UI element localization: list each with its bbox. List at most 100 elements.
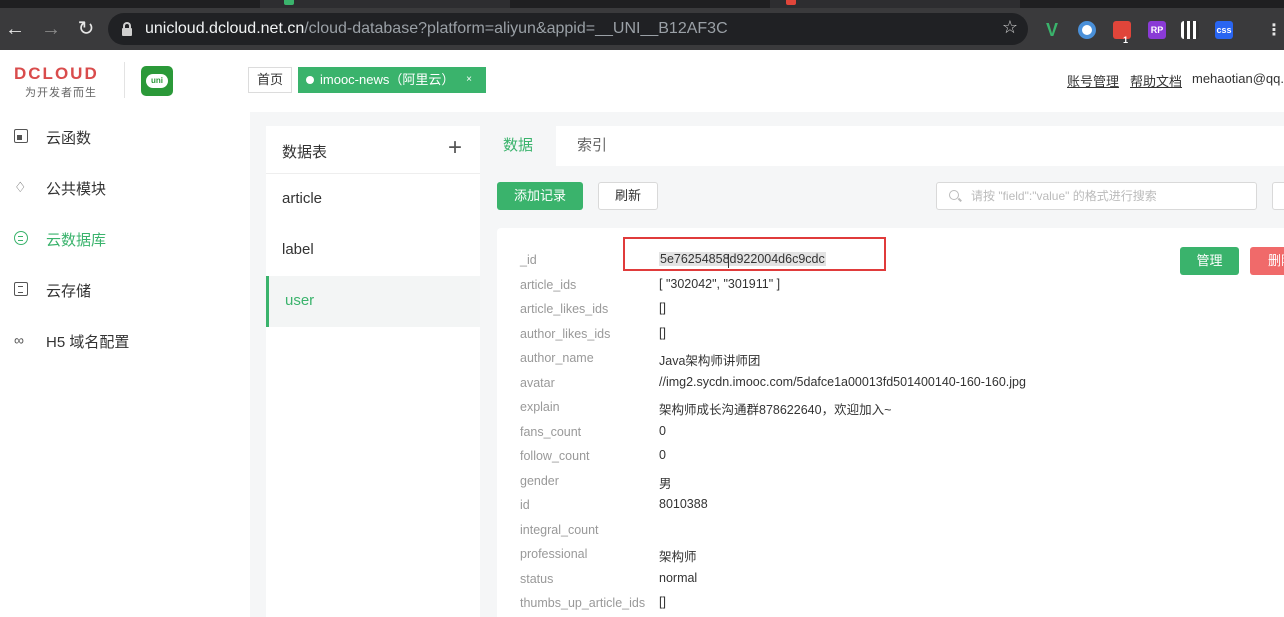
record-field: status normal xyxy=(497,571,1277,596)
sidebar-item-cloud-database[interactable]: 云数据库 xyxy=(0,219,250,259)
reload-icon[interactable]: ↻ xyxy=(75,18,97,40)
refresh-button[interactable]: 刷新 xyxy=(598,182,658,210)
field-value: Java架构师讲师团 xyxy=(659,354,761,368)
field-key: author_likes_ids xyxy=(520,327,611,341)
vue-devtools-icon[interactable]: V xyxy=(1043,21,1061,39)
record-field: explain 架构师成长沟通群878622640，欢迎加入~ xyxy=(497,400,1277,424)
record-field: integral_count xyxy=(497,523,1277,547)
search-icon xyxy=(949,190,959,200)
field-key: status xyxy=(520,572,554,586)
collection-item-user[interactable]: user xyxy=(266,276,480,327)
browser-toolbar: ← → ↻ unicloud.dcloud.net.cn/cloud-datab… xyxy=(0,8,1284,50)
app-header: DCLOUD 为开发者而生 uni 首页 imooc-news（阿里云） × 账… xyxy=(0,50,1284,112)
css-extension-icon[interactable]: css xyxy=(1215,21,1233,39)
record-field: id 8010388 xyxy=(497,497,1277,522)
link-icon: ∞ xyxy=(14,332,24,348)
field-key: follow_count xyxy=(520,449,590,463)
collection-item-label[interactable]: label xyxy=(266,225,480,276)
account-link[interactable]: 账号管理 xyxy=(1067,71,1119,90)
field-key: gender xyxy=(520,474,559,488)
tab-data[interactable]: 数据 xyxy=(480,126,556,166)
field-key: id xyxy=(520,498,530,512)
record-card: 管理 删除 _id 5e76254858d922004d6c9cdc artic… xyxy=(497,228,1284,617)
collection-item-article[interactable]: article xyxy=(266,174,480,225)
extension-red-icon[interactable]: 1 xyxy=(1113,21,1131,45)
record-field: thumbs_up_article_ids [] xyxy=(497,595,1277,617)
sidebar-item-cloud-storage[interactable]: 云存储 xyxy=(0,270,250,310)
field-value: 0 xyxy=(659,448,666,462)
field-value: 0 xyxy=(659,424,666,438)
storage-icon xyxy=(14,282,28,296)
field-key: author_name xyxy=(520,351,594,365)
extension-rp-icon[interactable]: RP xyxy=(1148,21,1166,39)
field-key: integral_count xyxy=(520,523,599,537)
field-value: 男 xyxy=(659,477,672,491)
url-text[interactable]: unicloud.dcloud.net.cn/cloud-database?pl… xyxy=(145,20,728,38)
collection-item-label: article xyxy=(282,190,323,207)
field-key: article_likes_ids xyxy=(520,302,609,316)
field-value: [] xyxy=(659,326,666,340)
dcloud-logo[interactable]: DCLOUD xyxy=(14,64,99,84)
sidebar: 云函数 ♢ 公共模块 云数据库 云存储 ∞ H5 域名配置 xyxy=(0,112,250,617)
content-tabs: 数据 索引 xyxy=(480,126,1284,166)
forward-arrow-icon[interactable]: → xyxy=(40,18,62,40)
collection-item-label: user xyxy=(285,292,315,309)
unicloud-logo-icon: uni xyxy=(141,66,173,96)
record-field: article_likes_ids [] xyxy=(497,301,1277,326)
record-field: follow_count 0 xyxy=(497,448,1277,473)
tab-index[interactable]: 索引 xyxy=(556,126,1284,166)
back-arrow-icon[interactable]: ← xyxy=(4,18,26,40)
sidebar-item-label: 云存储 xyxy=(46,283,92,300)
search-placeholder: 请按 "field":"value" 的格式进行搜索 xyxy=(971,189,1157,203)
record-field: professional 架构师 xyxy=(497,547,1277,571)
annotation-highlight-box xyxy=(623,237,886,271)
field-value: //img2.sycdn.imooc.com/5dafce1a00013fd50… xyxy=(659,375,1026,389)
lock-icon xyxy=(122,22,132,36)
logo-divider xyxy=(124,62,125,98)
field-key: professional xyxy=(520,547,588,561)
browser-tab[interactable] xyxy=(260,0,510,8)
add-collection-icon[interactable]: + xyxy=(448,134,462,162)
sidebar-item-cloud-function[interactable]: 云函数 xyxy=(0,117,250,157)
collection-item-label: label xyxy=(282,241,314,258)
search-submit-button[interactable] xyxy=(1272,182,1284,210)
field-value: 架构师 xyxy=(659,550,697,564)
sidebar-item-label: 云函数 xyxy=(46,130,92,147)
sidebar-item-label: 云数据库 xyxy=(46,232,107,249)
browser-tab[interactable] xyxy=(770,0,1020,8)
collection-list-panel: 数据表 + article label user xyxy=(266,126,480,617)
field-value: normal xyxy=(659,571,698,585)
tab-favicon-icon xyxy=(786,0,796,5)
tab-space-active[interactable]: imooc-news（阿里云） × xyxy=(298,67,486,93)
tab-home[interactable]: 首页 xyxy=(248,67,292,93)
field-value: [] xyxy=(659,595,666,609)
logo-slogan: 为开发者而生 xyxy=(25,87,97,99)
sidebar-item-common-modules[interactable]: ♢ 公共模块 xyxy=(0,168,250,208)
extension-circle-icon[interactable] xyxy=(1078,21,1096,39)
browser-menu-icon[interactable]: ⋮ xyxy=(1266,20,1282,40)
add-record-button[interactable]: 添加记录 xyxy=(497,182,583,210)
help-docs-link[interactable]: 帮助文档 xyxy=(1130,71,1182,90)
field-key: explain xyxy=(520,400,560,414)
record-field: author_likes_ids [] xyxy=(497,326,1277,351)
data-content: 添加记录 刷新 请按 "field":"value" 的格式进行搜索 管理 删除… xyxy=(480,166,1284,617)
qr-code-icon[interactable] xyxy=(1181,21,1199,39)
search-input[interactable]: 请按 "field":"value" 的格式进行搜索 xyxy=(936,182,1257,210)
field-key: avatar xyxy=(520,376,555,390)
record-field: article_ids [ "302042", "301911" ] xyxy=(497,277,1277,302)
cloud-function-icon xyxy=(14,129,28,143)
bookmark-star-icon[interactable]: ☆ xyxy=(1002,17,1018,38)
field-value: [] xyxy=(659,301,666,315)
active-dot-icon xyxy=(306,76,314,84)
field-value: [ "302042", "301911" ] xyxy=(659,277,781,291)
address-bar[interactable]: unicloud.dcloud.net.cn/cloud-database?pl… xyxy=(108,13,1028,45)
collection-list-header: 数据表 + xyxy=(266,126,480,174)
browser-tab-strip xyxy=(0,0,1284,8)
user-email[interactable]: mehaotian@qq.c xyxy=(1192,71,1284,86)
record-field: fans_count 0 xyxy=(497,424,1277,449)
field-value: 架构师成长沟通群878622640，欢迎加入~ xyxy=(659,403,892,417)
sidebar-item-h5-domain[interactable]: ∞ H5 域名配置 xyxy=(0,321,250,361)
field-key: fans_count xyxy=(520,425,582,439)
tab-index-label: 索引 xyxy=(577,137,608,154)
close-icon[interactable]: × xyxy=(466,67,472,93)
